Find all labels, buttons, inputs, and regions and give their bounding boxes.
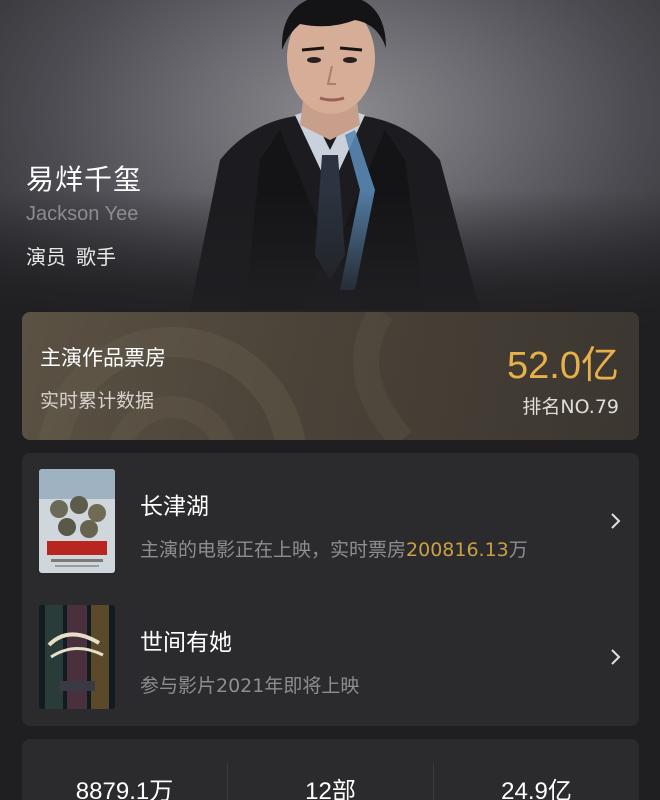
stat-value: 24.9亿 bbox=[501, 778, 572, 800]
film-title: 世间有她 bbox=[140, 630, 232, 656]
film-box-office-value: 200816.13 bbox=[406, 539, 509, 561]
film-item[interactable]: 世间有她 参与影片2021年即将上映 bbox=[22, 603, 639, 723]
profile-hero: 易烊千玺 Jackson Yee 演员 歌手 bbox=[0, 0, 660, 330]
poster-shijian-youta-icon bbox=[39, 605, 115, 709]
film-item[interactable]: 长津湖 主演的电影正在上映，实时票房200816.13万 bbox=[22, 467, 639, 587]
chevron-right-icon bbox=[611, 649, 621, 665]
film-description: 参与影片2021年即将上映 bbox=[140, 671, 359, 698]
box-office-total: 52.0亿 bbox=[507, 345, 619, 387]
chevron-right-icon bbox=[611, 513, 621, 529]
film-description-text: 主演的电影正在上映，实时票房 bbox=[140, 539, 407, 561]
poster-changjin-lake-icon bbox=[39, 469, 115, 573]
box-office-rank: 排名NO.79 bbox=[522, 396, 619, 418]
actor-name-english: Jackson Yee bbox=[26, 203, 139, 225]
role-tag: 歌手 bbox=[76, 245, 116, 269]
film-description-unit: 万 bbox=[508, 539, 528, 561]
films-list-card: 长津湖 主演的电影正在上映，实时票房200816.13万 世间有她 参与影片20… bbox=[22, 453, 639, 726]
stat-value: 12部 bbox=[305, 778, 356, 800]
box-office-summary-card[interactable]: 主演作品票房 实时累计数据 52.0亿 排名NO.79 bbox=[22, 312, 639, 440]
box-office-title: 主演作品票房 bbox=[40, 346, 166, 370]
actor-roles: 演员 歌手 bbox=[26, 241, 116, 270]
actor-profile-page: 易烊千玺 Jackson Yee 演员 歌手 主演作品票房 实时累计数据 52.… bbox=[0, 0, 660, 800]
stat-value: 8879.1万 bbox=[75, 778, 174, 800]
film-title: 长津湖 bbox=[140, 494, 209, 520]
actor-name-chinese: 易烊千玺 bbox=[26, 163, 143, 196]
film-description: 主演的电影正在上映，实时票房200816.13万 bbox=[140, 535, 528, 562]
stats-card: 8879.1万 12部 24.9亿 bbox=[22, 739, 639, 800]
film-description-text: 参与影片2021年即将上映 bbox=[140, 675, 360, 697]
role-tag: 演员 bbox=[26, 245, 66, 269]
box-office-subtitle: 实时累计数据 bbox=[40, 390, 155, 412]
